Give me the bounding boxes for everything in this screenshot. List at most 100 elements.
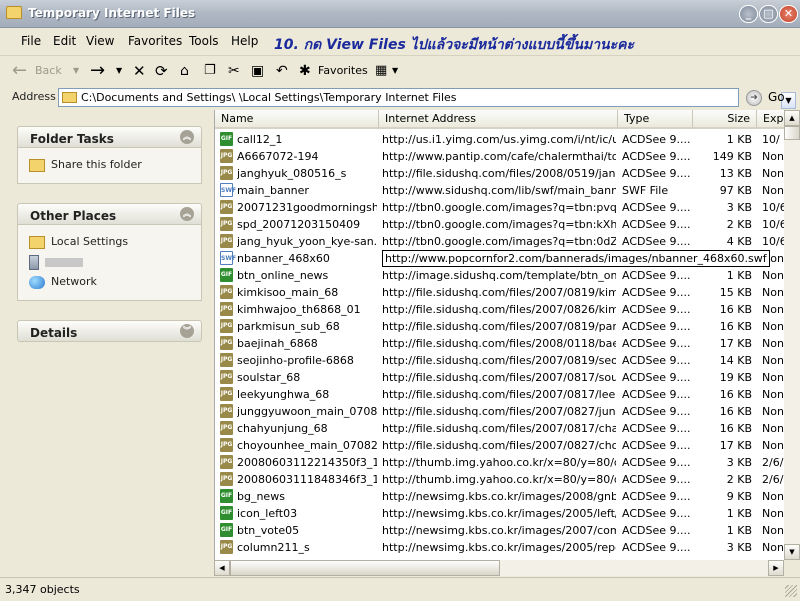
menu-file[interactable]: File xyxy=(21,34,41,48)
file-size: 2 KB xyxy=(726,218,752,231)
table-row[interactable]: JPG parkmisun_sub_68 http://file.sidushq.c… xyxy=(215,318,785,335)
address-input[interactable]: C:\Documents and Settings\ \Local Settin… xyxy=(58,88,796,109)
copy-icon[interactable]: ❐ xyxy=(204,61,216,81)
horizontal-scrollbar[interactable]: ◀ ▶ xyxy=(214,560,784,576)
favorites-button-label[interactable]: Favorites xyxy=(318,61,368,81)
share-folder-link[interactable]: Share this folder xyxy=(29,158,142,172)
table-row[interactable]: JPG kimhwajoo_th6868_01 http://file.sidush… xyxy=(215,301,785,318)
panel-header[interactable]: Details ︾ xyxy=(17,320,202,342)
collapse-icon[interactable]: ︽ xyxy=(180,130,194,144)
table-row[interactable]: JPG 20080603111848346f3_1... http://thumb.… xyxy=(215,471,785,488)
network-link[interactable]: Network xyxy=(29,275,97,289)
table-row[interactable]: JPG leekyunghwa_68 http://file.sidushq.com… xyxy=(215,386,785,403)
views-dropdown-icon[interactable]: ▼ xyxy=(392,61,398,81)
menu-edit[interactable]: Edit xyxy=(53,34,76,48)
file-expires: Non xyxy=(762,320,784,333)
menu-favorites[interactable]: Favorites xyxy=(128,34,182,48)
close-button[interactable]: ✕ xyxy=(779,5,798,23)
file-expires: Non xyxy=(762,439,784,452)
back-dropdown-icon[interactable]: ▼ xyxy=(73,61,79,81)
menu-help[interactable]: Help xyxy=(231,34,258,48)
file-size: 16 KB xyxy=(719,303,752,316)
table-row[interactable]: JPG janghyuk_080516_s http://file.sidushq.… xyxy=(215,165,785,182)
scroll-thumb[interactable] xyxy=(784,126,800,140)
favorites-star-icon[interactable]: ✱ xyxy=(299,61,311,81)
back-arrow-icon[interactable]: ← xyxy=(12,61,27,81)
table-row[interactable]: JPG A6667072-194 http://www.pantip.com/caf… xyxy=(215,148,785,165)
minimize-button[interactable]: _ xyxy=(739,5,758,23)
table-row[interactable]: GIF icon_left03 http://newsimg.kbs.co.kr/i… xyxy=(215,505,785,522)
column-header-internet-address[interactable]: Internet Address xyxy=(379,110,618,129)
file-name: spd_20071203150409 xyxy=(237,218,361,231)
user-folder-link[interactable] xyxy=(29,255,83,270)
file-name: column211_s xyxy=(237,541,310,554)
forward-dropdown-icon[interactable]: ▼ xyxy=(116,61,122,81)
table-row[interactable]: JPG junggyuwoon_main_0708... http://file.s… xyxy=(215,403,785,420)
column-header-size[interactable]: Size xyxy=(693,110,757,129)
scroll-left-icon[interactable]: ◀ xyxy=(214,560,230,576)
local-settings-link[interactable]: Local Settings xyxy=(29,235,128,249)
column-header-name[interactable]: Name xyxy=(215,110,379,129)
table-row[interactable]: GIF btn_vote05 http://newsimg.kbs.co.kr/im… xyxy=(215,522,785,539)
file-internet-address: http://thumb.img.yahoo.co.kr/x=80/y=80/q… xyxy=(382,456,616,469)
table-row[interactable]: JPG 20071231goodmorningsh... http://tbn0.g… xyxy=(215,199,785,216)
table-row[interactable]: JPG choyounhee_main_07082... http://file.s… xyxy=(215,437,785,454)
table-row[interactable]: JPG column211_s http://newsimg.kbs.co.kr/i… xyxy=(215,539,785,556)
table-row[interactable]: JPG 20080603112214350f3_1... http://thumb.… xyxy=(215,454,785,471)
address-path: C:\Documents and Settings\ \Local Settin… xyxy=(81,91,457,104)
back-button-label[interactable]: Back xyxy=(35,61,62,81)
table-row[interactable]: GIF bg_news http://newsimg.kbs.co.kr/image… xyxy=(215,488,785,505)
table-row[interactable]: JPG jang_hyuk_yoon_kye-san... http://tbn0.… xyxy=(215,233,785,250)
go-arrow-icon[interactable]: ➜ xyxy=(746,90,762,106)
panel-header[interactable]: Other Places ︽ xyxy=(17,203,202,225)
resize-grip[interactable] xyxy=(785,585,797,597)
home-icon[interactable]: ⌂ xyxy=(180,61,189,81)
go-button[interactable]: Go xyxy=(768,90,785,104)
table-row[interactable]: JPG kimkisoo_main_68 http://file.sidushq.c… xyxy=(215,284,785,301)
panel-header[interactable]: Folder Tasks ︽ xyxy=(17,126,202,148)
file-internet-address: http://tbn0.google.com/images?q=tbn:pvqh… xyxy=(382,201,616,214)
table-row[interactable]: GIF call12_1 http://us.i1.yimg.com/us.yimg… xyxy=(215,131,785,148)
menu-view[interactable]: View xyxy=(86,34,114,48)
expand-icon[interactable]: ︾ xyxy=(180,324,194,338)
paste-icon[interactable]: ▣ xyxy=(251,61,264,81)
scroll-up-icon[interactable]: ▲ xyxy=(784,110,800,126)
scroll-thumb[interactable] xyxy=(230,560,500,576)
file-type: ACDSee 9.... xyxy=(622,235,691,248)
collapse-icon[interactable]: ︽ xyxy=(180,207,194,221)
address-label: Address xyxy=(12,90,56,103)
table-row[interactable]: SWF nbanner_468x60 http://www.popcornfor2.… xyxy=(215,250,785,267)
file-list[interactable]: Name Internet Address Type Size Exp GIF c… xyxy=(214,110,785,560)
file-name: seojinho-profile-6868 xyxy=(237,354,354,367)
table-row[interactable]: JPG soulstar_68 http://file.sidushq.com/fi… xyxy=(215,369,785,386)
column-header-expires[interactable]: Exp xyxy=(757,110,785,129)
vertical-scrollbar[interactable]: ▲ ▼ xyxy=(784,110,800,560)
table-row[interactable]: JPG chahyunjung_68 http://file.sidushq.com… xyxy=(215,420,785,437)
refresh-icon[interactable]: ⟳ xyxy=(155,61,168,81)
table-row[interactable]: GIF btn_online_news http://image.sidushq.c… xyxy=(215,267,785,284)
cut-icon[interactable]: ✂ xyxy=(228,61,240,81)
stop-icon[interactable]: ✕ xyxy=(133,61,146,81)
scroll-right-icon[interactable]: ▶ xyxy=(768,560,784,576)
views-icon[interactable]: ▦ xyxy=(375,61,387,81)
file-type: ACDSee 9.... xyxy=(622,439,691,452)
gif-image-icon: GIF xyxy=(220,489,233,503)
maximize-button[interactable]: □ xyxy=(759,5,778,23)
gif-image-icon: GIF xyxy=(220,268,233,282)
file-type: ACDSee 9.... xyxy=(622,337,691,350)
toolbar: ← Back ▼ → ▼ ✕ ⟳ ⌂ ❐ ✂ ▣ ↶ ✱ Favorites ▦… xyxy=(0,56,800,87)
jpg-image-icon: JPG xyxy=(220,387,233,401)
column-header-type[interactable]: Type xyxy=(618,110,693,129)
file-size: 1 KB xyxy=(726,507,752,520)
folder-icon xyxy=(62,92,77,103)
table-row[interactable]: SWF main_banner http://www.sidushq.com/lib… xyxy=(215,182,785,199)
forward-arrow-icon[interactable]: → xyxy=(90,61,105,81)
table-row[interactable]: JPG baejinah_6868 http://file.sidushq.com/… xyxy=(215,335,785,352)
undo-icon[interactable]: ↶ xyxy=(276,61,288,81)
title-bar[interactable]: Temporary Internet Files _ □ ✕ xyxy=(0,0,800,28)
menu-tools[interactable]: Tools xyxy=(189,34,219,48)
file-type: ACDSee 9.... xyxy=(622,201,691,214)
table-row[interactable]: JPG seojinho-profile-6868 http://file.sidu… xyxy=(215,352,785,369)
scroll-down-icon[interactable]: ▼ xyxy=(784,544,800,560)
table-row[interactable]: JPG spd_20071203150409 http://tbn0.google.… xyxy=(215,216,785,233)
